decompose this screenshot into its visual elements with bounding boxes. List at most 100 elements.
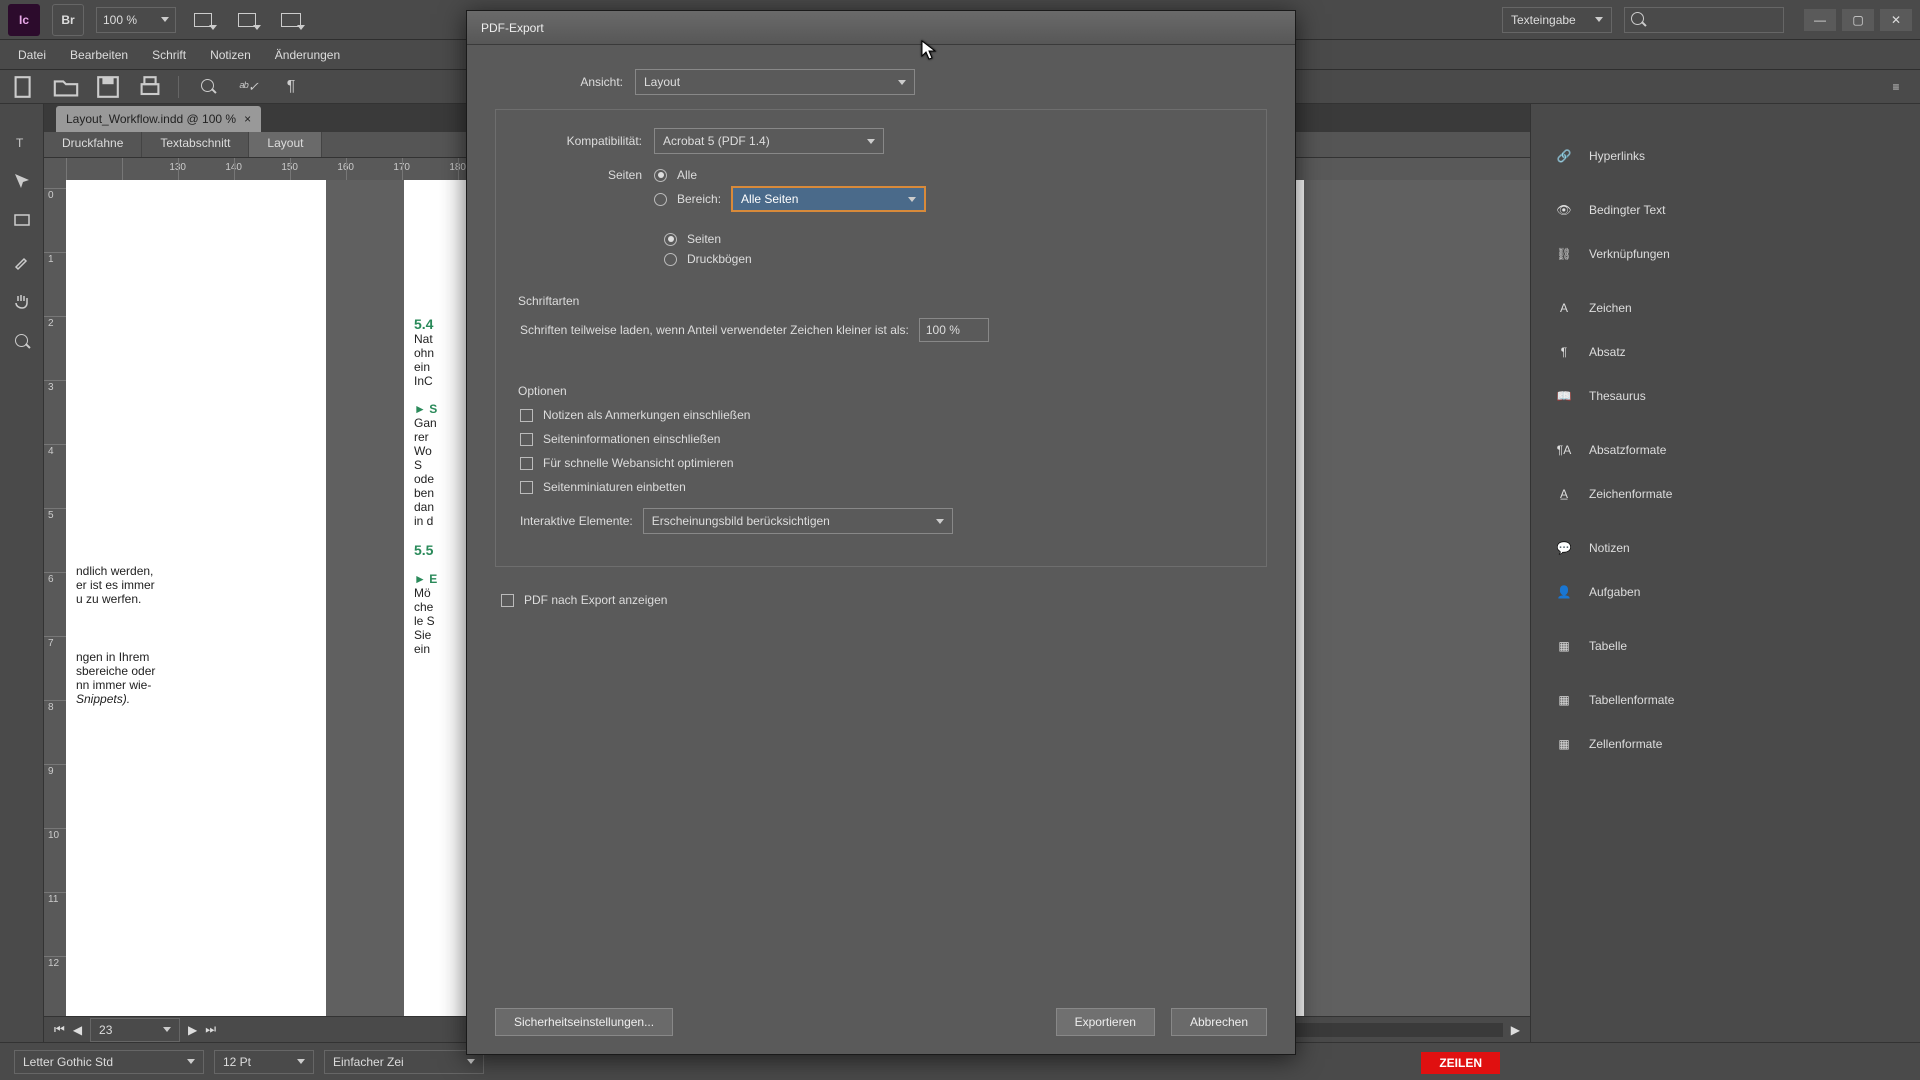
type-tool[interactable]: T [7, 128, 37, 154]
chk-fastweb[interactable] [520, 457, 533, 470]
dialog-title-bar[interactable]: PDF-Export [467, 11, 1295, 45]
workspace-combo[interactable]: Texteingabe [1502, 7, 1612, 33]
zoom-tool[interactable] [7, 328, 37, 354]
radio-pages[interactable] [664, 233, 677, 246]
hidden-chars-button[interactable]: ¶ [277, 75, 305, 99]
close-icon[interactable]: × [244, 112, 251, 126]
fonts-title: Schriftarten [518, 294, 1248, 308]
next-page-button[interactable]: ▶ [188, 1023, 197, 1037]
range-select[interactable]: Alle Seiten [731, 186, 926, 212]
print-button[interactable] [136, 75, 164, 99]
right-panel-dock: 🔗Hyperlinks 👁Bedingter Text ⛓ Verknüpfungen… [1530, 104, 1920, 1042]
save-button[interactable] [94, 75, 122, 99]
panel-tabellenformate[interactable]: ▦Tabellenformate [1531, 678, 1920, 722]
prev-page-button[interactable]: ◀ [73, 1023, 82, 1037]
panel-verknüpfungen[interactable]: ⛓ Verknüpfungen [1531, 232, 1920, 276]
minimize-button[interactable]: — [1804, 9, 1836, 31]
radio-pages-label: Seiten [687, 232, 721, 246]
find-button[interactable] [193, 75, 221, 99]
page-left: ndlich werden, er ist es immer u zu werf… [66, 180, 326, 1016]
open-button[interactable] [52, 75, 80, 99]
close-button[interactable]: ✕ [1880, 9, 1912, 31]
char-style-combo[interactable]: Einfacher Zei [324, 1050, 484, 1074]
panel-aufgaben[interactable]: 👤Aufgaben [1531, 570, 1920, 614]
font-size-combo[interactable]: 12 Pt [214, 1050, 314, 1074]
menu-bearbeiten[interactable]: Bearbeiten [58, 44, 140, 66]
pages-label: Seiten [514, 168, 654, 182]
vertical-ruler: 0123456789101112 [44, 180, 66, 1016]
panel-bedingter-text[interactable]: 👁Bedingter Text [1531, 188, 1920, 232]
arrange-button[interactable] [274, 5, 308, 35]
new-doc-button[interactable] [10, 75, 38, 99]
radio-range[interactable] [654, 193, 667, 206]
scroll-right-button[interactable]: ▶ [1511, 1023, 1520, 1037]
last-page-button[interactable]: ⏭ [205, 1022, 216, 1037]
panel-notizen[interactable]: 💬Notizen [1531, 526, 1920, 570]
eyedropper-tool[interactable] [7, 248, 37, 274]
chevron-down-icon [898, 80, 906, 85]
fonts-percent-input[interactable]: 100 % [919, 318, 989, 342]
cancel-button[interactable]: Abbrechen [1171, 1008, 1267, 1036]
first-page-button[interactable]: ⏮ [54, 1022, 65, 1037]
chk-notes[interactable] [520, 409, 533, 422]
panel-icon: 👁 [1553, 199, 1575, 221]
export-button[interactable]: Exportieren [1056, 1008, 1155, 1036]
search-input[interactable] [1624, 7, 1784, 33]
panel-tabelle[interactable]: ▦Tabelle [1531, 624, 1920, 668]
screen-mode-button[interactable] [230, 5, 264, 35]
body-text: nn immer wie- [76, 678, 316, 692]
menu-aenderungen[interactable]: Änderungen [263, 44, 352, 66]
chk-view-after[interactable] [501, 594, 514, 607]
panel-zeichen[interactable]: AZeichen [1531, 286, 1920, 330]
chevron-down-icon [908, 197, 916, 202]
bridge-button[interactable]: Br [52, 4, 84, 36]
view-select[interactable]: Layout [635, 69, 915, 95]
chevron-down-icon [297, 1059, 305, 1064]
body-text: sbereiche oder [76, 664, 316, 678]
panel-label: Verknüpfungen [1589, 247, 1670, 261]
radio-spreads[interactable] [664, 253, 677, 266]
radio-all-label: Alle [677, 168, 697, 182]
panel-absatzformate[interactable]: ¶AAbsatzformate [1531, 428, 1920, 472]
view-mode-button[interactable] [186, 5, 220, 35]
page-number-combo[interactable]: 23 [90, 1018, 180, 1042]
story-tab-story[interactable]: Textabschnitt [142, 132, 249, 157]
spellcheck-button[interactable]: ᵃᵇ✓ [235, 75, 263, 99]
panel-zeichenformate[interactable]: A̲Zeichenformate [1531, 472, 1920, 516]
menu-schrift[interactable]: Schrift [140, 44, 198, 66]
panel-hyperlinks[interactable]: 🔗Hyperlinks [1531, 134, 1920, 178]
panel-menu-button[interactable]: ≡ [1882, 75, 1910, 99]
compat-value: Acrobat 5 (PDF 1.4) [663, 134, 770, 148]
panel-icon: 👤 [1553, 581, 1575, 603]
security-button[interactable]: Sicherheitseinstellungen... [495, 1008, 673, 1036]
maximize-button[interactable]: ▢ [1842, 9, 1874, 31]
radio-spreads-label: Druckbögen [687, 252, 752, 266]
chevron-down-icon [187, 1059, 195, 1064]
zoom-combo[interactable]: 100 % [96, 7, 176, 33]
hand-tool[interactable] [7, 288, 37, 314]
chk-thumbs[interactable] [520, 481, 533, 494]
interactive-select[interactable]: Erscheinungsbild berücksichtigen [643, 508, 953, 534]
overset-badge: ZEILEN [1421, 1052, 1500, 1074]
font-family-combo[interactable]: Letter Gothic Std [14, 1050, 204, 1074]
menu-datei[interactable]: Datei [6, 44, 58, 66]
story-tab-layout[interactable]: Layout [249, 132, 322, 157]
font-family: Letter Gothic Std [23, 1055, 113, 1069]
panel-zellenformate[interactable]: ▦Zellenformate [1531, 722, 1920, 766]
menu-notizen[interactable]: Notizen [198, 44, 263, 66]
note-tool[interactable] [7, 208, 37, 234]
position-tool[interactable] [7, 168, 37, 194]
chk-pageinfo[interactable] [520, 433, 533, 446]
chevron-down-icon [867, 139, 875, 144]
panel-icon: A [1553, 297, 1575, 319]
doc-tab[interactable]: Layout_Workflow.indd @ 100 % × [56, 106, 261, 132]
radio-all-pages[interactable] [654, 169, 667, 182]
panel-label: Thesaurus [1589, 389, 1646, 403]
panel-absatz[interactable]: ¶Absatz [1531, 330, 1920, 374]
panel-thesaurus[interactable]: 📖Thesaurus [1531, 374, 1920, 418]
panel-icon: ⛓ [1553, 243, 1575, 265]
chk-thumbs-label: Seitenminiaturen einbetten [543, 480, 686, 494]
compat-select[interactable]: Acrobat 5 (PDF 1.4) [654, 128, 884, 154]
story-tab-galley[interactable]: Druckfahne [44, 132, 142, 157]
panel-icon: ▦ [1553, 733, 1575, 755]
